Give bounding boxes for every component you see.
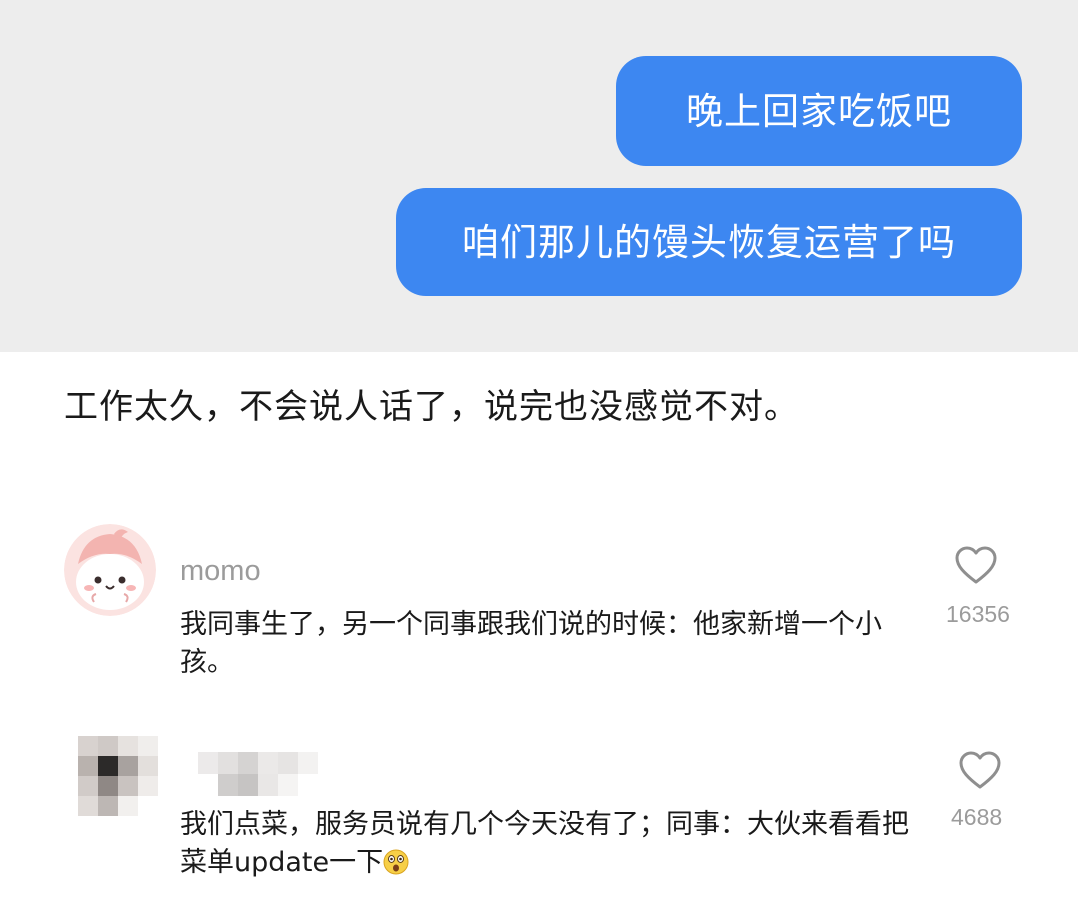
comment-text: 我们点菜，服务员说有几个今天没有了；同事：大伙来看看把菜单update一下 bbox=[180, 806, 920, 882]
comment-text: 我同事生了，另一个同事跟我们说的时候：他家新增一个小孩。 bbox=[180, 609, 882, 678]
cartoon-face-avatar-icon bbox=[64, 524, 156, 616]
avatar[interactable] bbox=[64, 524, 156, 616]
post-caption: 工作太久，不会说人话了，说完也没感觉不对。 bbox=[64, 387, 799, 427]
chat-bubble-message-1: 晚上回家吃饭吧 bbox=[616, 56, 1022, 166]
heart-icon[interactable] bbox=[958, 750, 1002, 790]
heart-icon[interactable] bbox=[954, 545, 998, 585]
comment-text-main: 我们点菜，服务员说有几个今天没有了；同事：大伙来看看把菜单update一下 bbox=[180, 809, 909, 878]
like-count: 4688 bbox=[951, 804, 1003, 830]
like-count: 16356 bbox=[946, 601, 1010, 627]
chat-bubble-message-2: 咱们那儿的馒头恢复运营了吗 bbox=[396, 188, 1022, 296]
comment-username[interactable]: momo bbox=[180, 553, 261, 589]
chat-screenshot-area: 晚上回家吃饭吧 咱们那儿的馒头恢复运营了吗 bbox=[0, 0, 1078, 352]
avatar[interactable] bbox=[78, 736, 158, 816]
blurred-username bbox=[198, 752, 338, 796]
astonished-face-emoji-icon bbox=[383, 848, 409, 875]
